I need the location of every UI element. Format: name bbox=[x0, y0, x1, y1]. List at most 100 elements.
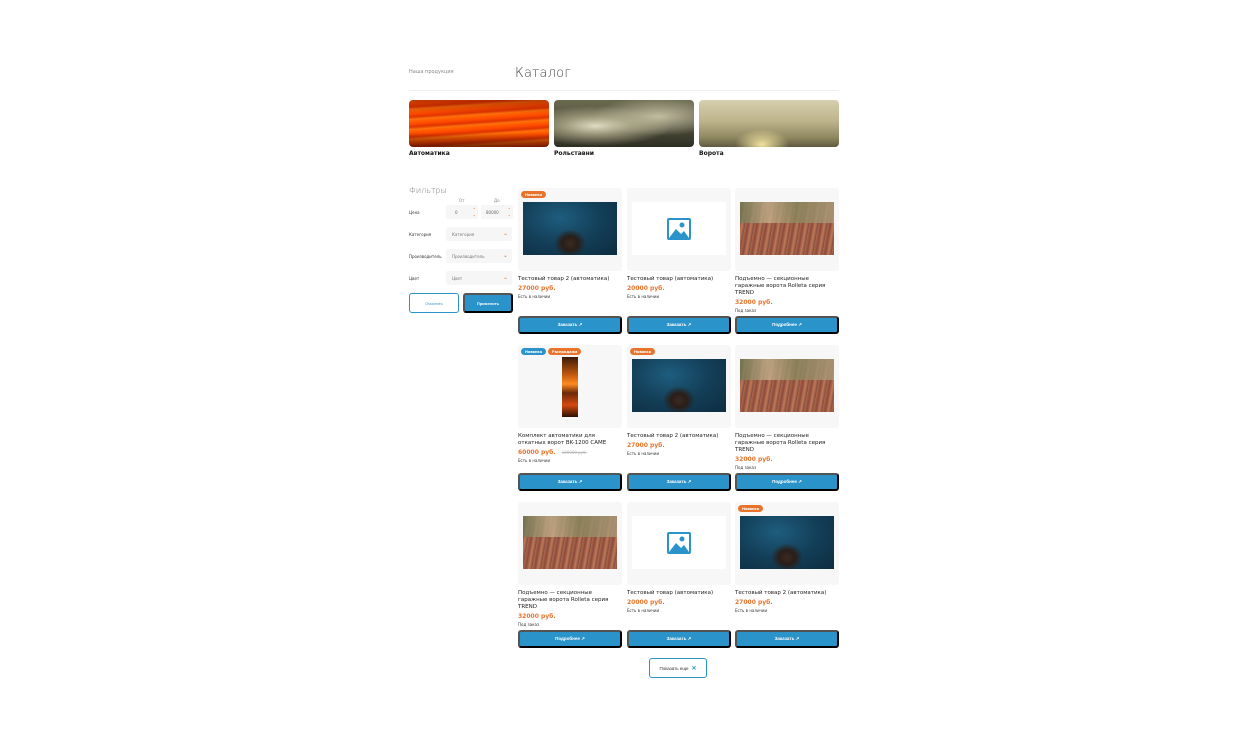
product-name[interactable]: Подъемно — секционные гаражные ворота Ro… bbox=[518, 590, 622, 611]
apply-filters-button[interactable]: Применить bbox=[463, 293, 513, 313]
product-price: 27000 руб. bbox=[627, 442, 665, 449]
category-image-automation bbox=[409, 100, 549, 147]
product-image[interactable]: Новинка bbox=[518, 188, 622, 271]
order-button[interactable]: Заказать ↗ bbox=[627, 316, 731, 334]
product-availability: Под заказ bbox=[518, 622, 540, 627]
product-price: 20000 руб. bbox=[627, 599, 665, 606]
product-availability: Есть в наличии bbox=[518, 294, 551, 299]
product-badge: Новинка bbox=[630, 348, 656, 355]
product-price-row: 27000 руб. bbox=[627, 442, 731, 449]
order-button[interactable]: Заказать ↗ bbox=[735, 630, 839, 648]
product-photo bbox=[740, 516, 834, 569]
product-card[interactable]: Новинка Тестовый товар 2 (автоматика) 2700… bbox=[518, 188, 622, 334]
product-card[interactable]: Новинка Тестовый товар 2 (автоматика) 2700… bbox=[735, 502, 839, 648]
stepper-icon[interactable]: ⌃ ⌄ bbox=[508, 207, 511, 217]
stepper-icon[interactable]: ⌃ ⌄ bbox=[473, 207, 476, 217]
product-badge: Новинка bbox=[738, 505, 764, 512]
product-photo bbox=[740, 202, 834, 255]
product-price-row: 20000 руб. bbox=[627, 599, 731, 606]
order-button[interactable]: Заказать ↗ bbox=[627, 473, 731, 491]
product-card[interactable]: Новинка Тестовый товар 2 (автоматика) 2700… bbox=[627, 345, 731, 491]
price-to-label: До bbox=[494, 198, 500, 203]
chevron-down-icon: ⌄ bbox=[502, 252, 508, 259]
details-button[interactable]: Подробнее ↗ bbox=[735, 316, 839, 334]
product-card[interactable]: Подъемно — секционные гаражные ворота Ro… bbox=[735, 345, 839, 491]
image-placeholder-icon bbox=[667, 531, 691, 554]
reset-filters-button[interactable]: Очистить bbox=[409, 293, 459, 313]
product-name[interactable]: Тестовый товар (автоматика) bbox=[627, 276, 731, 283]
product-name[interactable]: Комплект автоматики для откатных ворот B… bbox=[518, 433, 622, 447]
price-min-input[interactable]: 0 ⌃ ⌄ bbox=[446, 205, 478, 219]
product-card[interactable]: Подъемно — секционные гаражные ворота Ro… bbox=[518, 502, 622, 648]
manufacturer-select[interactable]: Производитель ⌄ bbox=[446, 249, 512, 263]
product-name[interactable]: Подъемно — секционные гаражные ворота Ro… bbox=[735, 276, 839, 297]
filters-title: Фильтры bbox=[409, 186, 447, 195]
image-placeholder-icon bbox=[667, 217, 691, 240]
product-image[interactable] bbox=[518, 502, 622, 585]
product-image[interactable] bbox=[627, 502, 731, 585]
product-card[interactable]: Подъемно — секционные гаражные ворота Ro… bbox=[735, 188, 839, 334]
product-name[interactable]: Тестовый товар 2 (автоматика) bbox=[627, 433, 731, 440]
product-price: 32000 руб. bbox=[735, 299, 773, 306]
product-photo bbox=[562, 357, 578, 417]
product-image[interactable]: Новинка bbox=[627, 345, 731, 428]
category-label: Ворота bbox=[699, 150, 724, 157]
product-image[interactable] bbox=[627, 188, 731, 271]
product-badge: Новинка bbox=[521, 191, 547, 198]
product-availability: Есть в наличии bbox=[735, 608, 768, 613]
product-name[interactable]: Тестовый товар (автоматика) bbox=[627, 590, 731, 597]
product-image[interactable] bbox=[735, 188, 839, 271]
product-availability: Есть в наличии bbox=[627, 608, 660, 613]
order-button[interactable]: Заказать ↗ bbox=[627, 630, 731, 648]
product-price-row: 60000 руб. 100000 руб. bbox=[518, 449, 622, 456]
price-max-input[interactable]: 80000 ⌃ ⌄ bbox=[481, 205, 513, 219]
order-button[interactable]: Заказать ↗ bbox=[518, 473, 622, 491]
chevron-down-icon: ⌄ bbox=[502, 230, 508, 237]
product-price: 32000 руб. bbox=[735, 456, 773, 463]
product-availability: Под заказ bbox=[735, 308, 757, 313]
category-card-shutters[interactable]: Рольставни bbox=[554, 100, 694, 157]
color-select[interactable]: Цвет ⌄ bbox=[446, 271, 512, 285]
product-photo bbox=[523, 202, 617, 255]
product-image[interactable] bbox=[735, 345, 839, 428]
order-button[interactable]: Заказать ↗ bbox=[518, 316, 622, 334]
product-badge: Новинка bbox=[521, 348, 547, 355]
chevron-down-icon: ⌄ bbox=[502, 274, 508, 281]
product-photo bbox=[523, 516, 617, 569]
show-more-label: Показать еще bbox=[659, 665, 689, 671]
category-label: Автоматика bbox=[409, 150, 450, 157]
product-old-price: 100000 руб. bbox=[561, 450, 587, 455]
category-image-gates bbox=[699, 100, 839, 147]
manufacturer-select-value: Производитель bbox=[452, 253, 485, 259]
product-price: 60000 руб. bbox=[518, 449, 556, 456]
details-button[interactable]: Подробнее ↗ bbox=[518, 630, 622, 648]
category-card-gates[interactable]: Ворота bbox=[699, 100, 839, 157]
product-availability: Есть в наличии bbox=[627, 451, 660, 456]
details-button[interactable]: Подробнее ↗ bbox=[735, 473, 839, 491]
product-name[interactable]: Тестовый товар 2 (автоматика) bbox=[518, 276, 622, 283]
category-label: Рольставни bbox=[554, 150, 594, 157]
category-image-shutters bbox=[554, 100, 694, 147]
product-price-row: 32000 руб. bbox=[735, 299, 839, 306]
product-badge: Распродажа bbox=[548, 348, 582, 355]
product-name[interactable]: Подъемно — секционные гаражные ворота Ro… bbox=[735, 433, 839, 454]
product-availability: Есть в наличии bbox=[518, 458, 551, 463]
title-divider bbox=[409, 90, 839, 91]
category-select[interactable]: Категория ⌄ bbox=[446, 227, 512, 241]
product-image[interactable]: Новинка bbox=[735, 502, 839, 585]
show-more-button[interactable]: Показать еще ✕ bbox=[649, 658, 707, 678]
category-card-automation[interactable]: Автоматика bbox=[409, 100, 549, 157]
product-card[interactable]: Новинка Распродажа Комплект автоматики для… bbox=[518, 345, 622, 491]
breadcrumb[interactable]: Наша продукция bbox=[409, 69, 454, 75]
price-max-value: 80000 bbox=[486, 209, 499, 215]
color-select-value: Цвет bbox=[452, 275, 463, 281]
product-card[interactable]: Тестовый товар (автоматика) 20000 руб. Ест… bbox=[627, 502, 731, 648]
product-name[interactable]: Тестовый товар 2 (автоматика) bbox=[735, 590, 839, 597]
product-price-row: 32000 руб. bbox=[735, 456, 839, 463]
product-price: 32000 руб. bbox=[518, 613, 556, 620]
product-photo-placeholder bbox=[632, 202, 726, 255]
category-select-value: Категория bbox=[452, 231, 475, 237]
product-card[interactable]: Тестовый товар (автоматика) 20000 руб. Ест… bbox=[627, 188, 731, 334]
product-image[interactable]: Новинка Распродажа bbox=[518, 345, 622, 428]
price-label: Цена bbox=[409, 210, 420, 215]
